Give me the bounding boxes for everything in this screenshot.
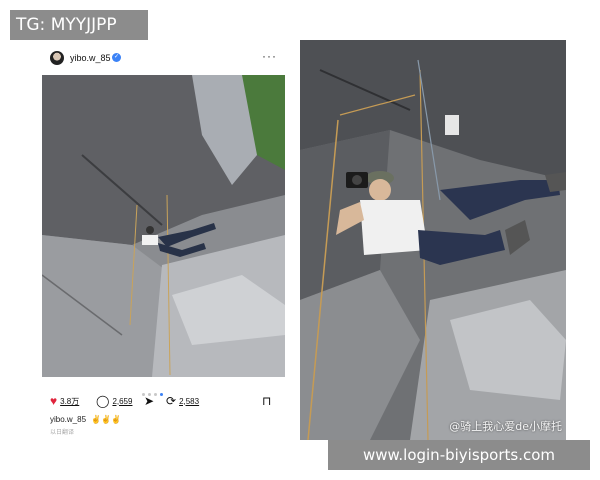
post-header: yibo.w_85 ✓ ··· (42, 45, 287, 73)
post-actions: ♥ 3.8万 ◯ 2,659 ➤ ⟳ 2,583 ⊓ (50, 395, 280, 411)
like-count: 3.8万 (60, 396, 80, 406)
post-caption: yibo.w_85 ✌✌✌ (50, 415, 121, 424)
share-button[interactable]: ➤ (144, 395, 157, 407)
repost-button[interactable]: ⟳ 2,583 (166, 395, 199, 407)
caption-username[interactable]: yibo.w_85 (50, 415, 86, 424)
bookmark-button[interactable]: ⊓ (262, 395, 274, 407)
heart-icon: ♥ (50, 394, 58, 408)
url-banner: www.login-biyisports.com (328, 440, 590, 470)
social-post: yibo.w_85 ✓ ··· ♥ 3.8万 ◯ 2,659 ➤ ⟳ 2,583… (42, 45, 287, 440)
repost-count: 2,583 (179, 396, 200, 406)
comment-bubble-icon: ◯ (96, 394, 110, 408)
comment-count: 2,659 (112, 396, 133, 406)
tg-banner: TG: MYYJJPP (10, 10, 148, 40)
bookmark-icon: ⊓ (262, 394, 272, 408)
closeup-scene-illustration (300, 40, 566, 440)
climbing-scene-illustration (42, 75, 285, 377)
repost-icon: ⟳ (166, 394, 177, 408)
translate-link[interactable]: 以日翻译 (50, 427, 74, 436)
more-options-icon[interactable]: ··· (262, 49, 277, 63)
like-button[interactable]: ♥ 3.8万 (50, 395, 79, 407)
closeup-photo-climber[interactable]: @骑上我心爱de小摩托 (300, 40, 566, 440)
comment-button[interactable]: ◯ 2,659 (96, 395, 132, 407)
verified-badge-icon: ✓ (112, 53, 121, 62)
victory-hand-icon: ✌✌✌ (91, 415, 122, 424)
avatar[interactable] (50, 51, 64, 65)
send-icon: ➤ (144, 394, 155, 408)
post-username[interactable]: yibo.w_85 (70, 53, 111, 63)
photo-watermark: @骑上我心爱de小摩托 (449, 420, 562, 433)
post-photo-climber[interactable] (42, 75, 285, 377)
